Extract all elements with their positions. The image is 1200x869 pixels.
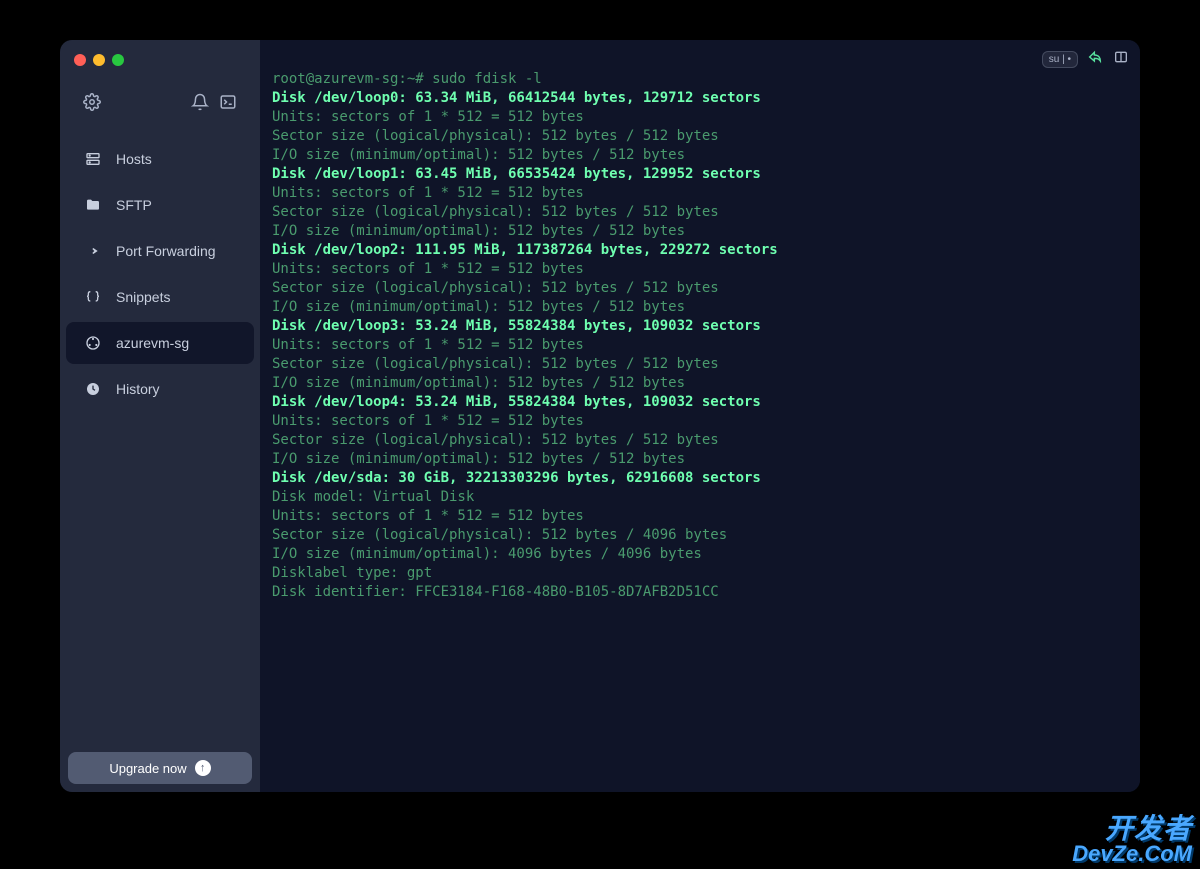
split-icon bbox=[1113, 49, 1129, 70]
watermark: 开发者 DevZe.CoM bbox=[1072, 815, 1192, 865]
sidebar-item-port-forwarding[interactable]: Port Forwarding bbox=[66, 230, 254, 272]
sidebar-item-hosts[interactable]: Hosts bbox=[66, 138, 254, 180]
sidebar-item-sftp[interactable]: SFTP bbox=[66, 184, 254, 226]
braces-icon bbox=[84, 288, 102, 306]
arrow-up-icon: ↑ bbox=[195, 760, 211, 776]
server-icon bbox=[84, 150, 102, 168]
gear-icon bbox=[83, 93, 101, 116]
terminal-output[interactable]: root@azurevm-sg:~# sudo fdisk -lDisk /de… bbox=[272, 70, 1132, 784]
ubuntu-icon bbox=[84, 334, 102, 352]
bell-icon bbox=[191, 93, 209, 116]
terminal-icon bbox=[219, 93, 237, 116]
sidebar-item-label: Snippets bbox=[116, 289, 170, 305]
sidebar-item-label: History bbox=[116, 381, 160, 397]
split-button[interactable] bbox=[1112, 50, 1130, 68]
sidebar-item-snippets[interactable]: Snippets bbox=[66, 276, 254, 318]
minimize-window-button[interactable] bbox=[93, 54, 105, 66]
share-icon bbox=[1087, 49, 1103, 70]
sidebar-item-session[interactable]: azurevm-sg bbox=[66, 322, 254, 364]
clock-icon bbox=[84, 380, 102, 398]
sidebar: Hosts SFTP Port Forwarding Snippets bbox=[60, 40, 260, 792]
notifications-button[interactable] bbox=[186, 90, 214, 118]
sidebar-item-label: SFTP bbox=[116, 197, 152, 213]
terminal-button[interactable] bbox=[214, 90, 242, 118]
share-button[interactable] bbox=[1086, 50, 1104, 68]
upgrade-label: Upgrade now bbox=[109, 761, 186, 776]
sidebar-item-label: Port Forwarding bbox=[116, 243, 216, 259]
sidebar-item-history[interactable]: History bbox=[66, 368, 254, 410]
sidebar-item-label: Hosts bbox=[116, 151, 152, 167]
app-window: Hosts SFTP Port Forwarding Snippets bbox=[60, 40, 1140, 792]
user-chip[interactable]: su | • bbox=[1042, 51, 1078, 68]
folder-icon bbox=[84, 196, 102, 214]
settings-button[interactable] bbox=[78, 90, 106, 118]
window-controls bbox=[74, 54, 124, 66]
forward-icon bbox=[84, 242, 102, 260]
close-window-button[interactable] bbox=[74, 54, 86, 66]
maximize-window-button[interactable] bbox=[112, 54, 124, 66]
watermark-line1: 开发者 bbox=[1072, 815, 1192, 843]
sidebar-item-label: azurevm-sg bbox=[116, 335, 189, 351]
upgrade-button[interactable]: Upgrade now ↑ bbox=[68, 752, 252, 784]
terminal-toolbar: su | • bbox=[1042, 50, 1130, 68]
watermark-line2: DevZe.CoM bbox=[1072, 843, 1192, 865]
terminal-pane[interactable]: su | • root@azurevm-sg:~# sudo fdisk -lD… bbox=[260, 40, 1140, 792]
